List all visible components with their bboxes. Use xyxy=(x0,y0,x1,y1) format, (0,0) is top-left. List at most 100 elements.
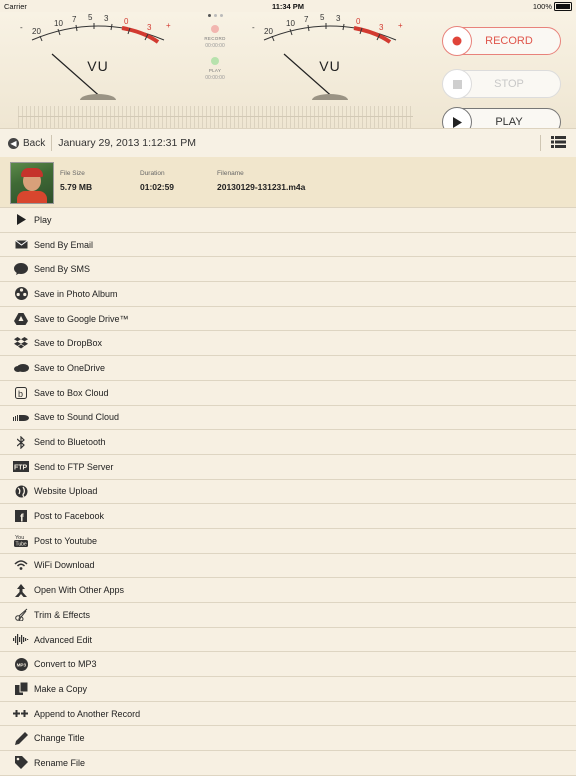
mp3-icon: MP3 xyxy=(13,657,29,671)
action-trim-effects[interactable]: Trim & Effects xyxy=(0,603,576,628)
list-view-icon[interactable] xyxy=(551,136,566,151)
meter-tick: 0 xyxy=(124,17,129,26)
vu-label-right: VU xyxy=(319,58,341,74)
duration-field: Duration 01:02:59 xyxy=(140,170,174,192)
action-youtube[interactable]: You Tube Post to Youtube xyxy=(0,529,576,554)
vu-scale-left: - 20 10 7 5 3 0 3 + xyxy=(20,14,171,100)
youtube-icon: You Tube xyxy=(13,534,29,548)
action-label: Open With Other Apps xyxy=(34,585,125,596)
action-google-drive[interactable]: Save to Google Drive™ xyxy=(0,307,576,332)
stop-icon xyxy=(442,69,472,99)
action-make-copy[interactable]: Make a Copy xyxy=(0,677,576,702)
svg-text:- 20 10: - 20 10 7 5 3 0 3 + xyxy=(20,14,171,36)
record-status-label: RECORD xyxy=(204,36,226,41)
filename-field: Filename 20130129-131231.m4a xyxy=(217,170,305,192)
action-label: Make a Copy xyxy=(34,683,88,694)
action-website-upload[interactable]: Website Upload xyxy=(0,480,576,505)
wifi-icon xyxy=(13,558,29,572)
record-button[interactable]: RECORD xyxy=(442,26,561,56)
stop-button[interactable]: STOP xyxy=(442,69,561,99)
soundcloud-icon xyxy=(13,410,29,424)
action-wifi-download[interactable]: WiFi Download xyxy=(0,554,576,579)
play-icon xyxy=(13,213,29,227)
back-button[interactable]: ◀ Back xyxy=(8,137,45,149)
action-label: Save to OneDrive xyxy=(34,362,106,373)
action-label: Trim & Effects xyxy=(34,609,91,620)
action-send-email[interactable]: Send By Email xyxy=(0,233,576,258)
action-play[interactable]: Play xyxy=(0,208,576,233)
meter-tick: 3 xyxy=(147,23,152,32)
meter-plus: + xyxy=(166,21,171,30)
stop-button-label: STOP xyxy=(494,78,524,90)
action-facebook[interactable]: f Post to Facebook xyxy=(0,504,576,529)
meter-tick: 7 xyxy=(304,15,309,24)
svg-text:b: b xyxy=(18,389,23,399)
action-bluetooth[interactable]: Send to Bluetooth xyxy=(0,430,576,455)
svg-text:Tube: Tube xyxy=(16,542,27,548)
action-open-with[interactable]: Open With Other Apps xyxy=(0,578,576,603)
action-label: Advanced Edit xyxy=(34,634,93,645)
action-label: Change Title xyxy=(34,733,85,744)
action-label: Post to Youtube xyxy=(34,535,98,546)
action-ftp[interactable]: FTP Send to FTP Server xyxy=(0,455,576,480)
box-icon: b xyxy=(13,386,29,400)
action-label: Send to FTP Server xyxy=(34,461,114,472)
record-status-time: 00:00:00 xyxy=(205,43,225,49)
meter-tick: 7 xyxy=(72,15,77,24)
meter-tick: 20 xyxy=(264,27,273,36)
file-size-value: 5.79 MB xyxy=(60,182,93,192)
status-bar: Carrier 11:34 PM 100% xyxy=(0,0,576,12)
recording-title: January 29, 2013 1:12:31 PM xyxy=(58,137,196,149)
recording-thumbnail[interactable] xyxy=(10,162,54,204)
vu-scale-right: - 20 10 7 5 3 0 3 + xyxy=(252,14,403,100)
file-size-label: File Size xyxy=(60,170,85,177)
dropbox-icon xyxy=(13,336,29,350)
copy-icon xyxy=(13,682,29,696)
meter-tick: 10 xyxy=(286,19,295,28)
nav-bar: ◀ Back January 29, 2013 1:12:31 PM xyxy=(0,128,576,158)
svg-text:MP3: MP3 xyxy=(16,662,26,667)
film-reel-icon xyxy=(13,287,29,301)
page-dots xyxy=(190,14,240,17)
vu-meter-right: - 20 10 7 5 3 0 3 + VU xyxy=(250,14,410,100)
timeline-strip[interactable] xyxy=(18,106,413,128)
scissors-icon xyxy=(13,608,29,622)
meter-tick: 5 xyxy=(320,14,325,22)
action-label: Append to Another Record xyxy=(34,708,141,719)
back-arrow-icon: ◀ xyxy=(8,137,19,149)
meter-minus: - xyxy=(252,23,255,32)
action-label: Send By Email xyxy=(34,239,94,250)
action-box-cloud[interactable]: b Save to Box Cloud xyxy=(0,381,576,406)
meter-tick: 0 xyxy=(356,17,361,26)
action-rename-file[interactable]: Rename File xyxy=(0,751,576,776)
action-onedrive[interactable]: Save to OneDrive xyxy=(0,356,576,381)
nav-divider xyxy=(540,135,541,151)
transport-status: RECORD 00:00:00 PLAY 00:00:00 xyxy=(190,14,240,81)
action-sound-cloud[interactable]: Save to Sound Cloud xyxy=(0,406,576,431)
action-label: WiFi Download xyxy=(34,560,95,571)
record-icon xyxy=(442,26,472,56)
action-label: Save to Box Cloud xyxy=(34,387,109,398)
action-append[interactable]: Append to Another Record xyxy=(0,702,576,727)
nav-divider xyxy=(51,135,53,151)
battery-percent: 100% xyxy=(532,2,552,11)
vu-label-left: VU xyxy=(87,58,109,74)
recorder-panel: - 20 10 7 5 3 0 3 + VU RECORD 00:00:00 P… xyxy=(0,12,576,137)
svg-text:f: f xyxy=(20,513,24,523)
play-led xyxy=(211,57,219,65)
action-photo-album[interactable]: Save in Photo Album xyxy=(0,282,576,307)
svg-text:FTP: FTP xyxy=(14,465,28,472)
play-button-label: PLAY xyxy=(495,116,523,128)
share-icon xyxy=(13,583,29,597)
action-advanced-edit[interactable]: Advanced Edit xyxy=(0,628,576,653)
action-convert-mp3[interactable]: MP3 Convert to MP3 xyxy=(0,652,576,678)
action-change-title[interactable]: Change Title xyxy=(0,726,576,752)
record-button-label: RECORD xyxy=(485,35,533,47)
action-send-sms[interactable]: Send By SMS xyxy=(0,257,576,283)
action-dropbox[interactable]: Save to DropBox xyxy=(0,331,576,357)
append-icon xyxy=(13,707,29,721)
vu-meter-left: - 20 10 7 5 3 0 3 + VU xyxy=(18,14,178,100)
action-label: Send By SMS xyxy=(34,264,91,275)
action-label: Send to Bluetooth xyxy=(34,437,106,448)
meter-tick: 3 xyxy=(379,23,384,32)
